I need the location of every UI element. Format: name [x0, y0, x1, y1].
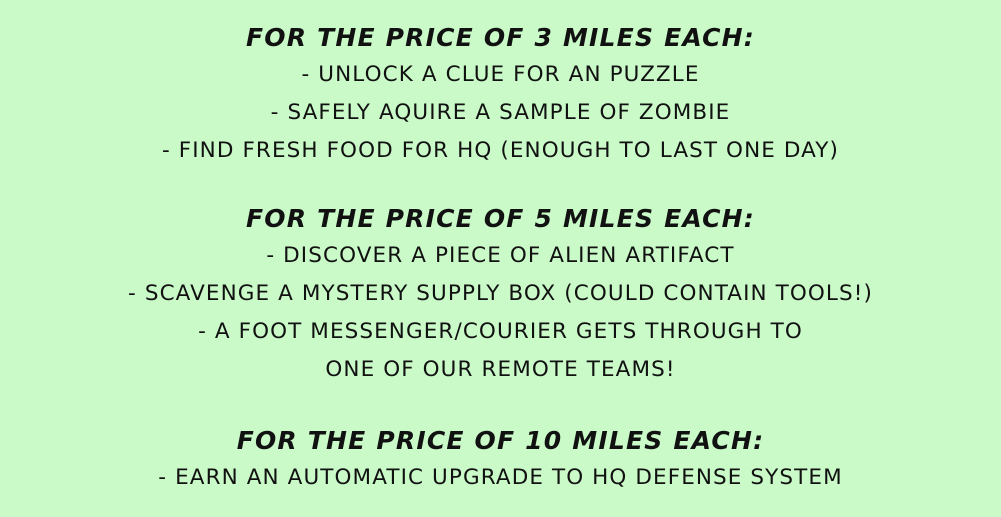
reward-item-continuation: one of our remote teams!: [325, 357, 676, 382]
rewards-panel: For the price of 3 miles each: - Unlock …: [0, 0, 1001, 517]
reward-item: - Scavenge a mystery supply box (could c…: [128, 281, 873, 306]
reward-item: - Unlock a clue for an puzzle: [301, 62, 700, 87]
reward-item: - Safely aquire a sample of zombie: [270, 100, 731, 125]
reward-item: - Earn an automatic upgrade to HQ defens…: [158, 465, 843, 490]
section-3-miles: For the price of 3 miles each: - Unlock …: [0, 20, 1001, 170]
section-5-miles: For the price of 5 miles each: - Discove…: [0, 201, 1001, 389]
section-heading: For the price of 3 miles each:: [246, 23, 755, 52]
reward-item: - Discover a piece of alien artifact: [266, 243, 735, 268]
section-10-miles: For the price of 10 miles each: - Earn a…: [0, 423, 1001, 497]
section-heading: For the price of 10 miles each:: [236, 426, 765, 455]
reward-item: - A foot messenger/courier gets through …: [198, 319, 803, 344]
section-heading: For the price of 5 miles each:: [246, 204, 755, 233]
reward-item: - Find fresh food for HQ (enough to last…: [161, 138, 840, 163]
